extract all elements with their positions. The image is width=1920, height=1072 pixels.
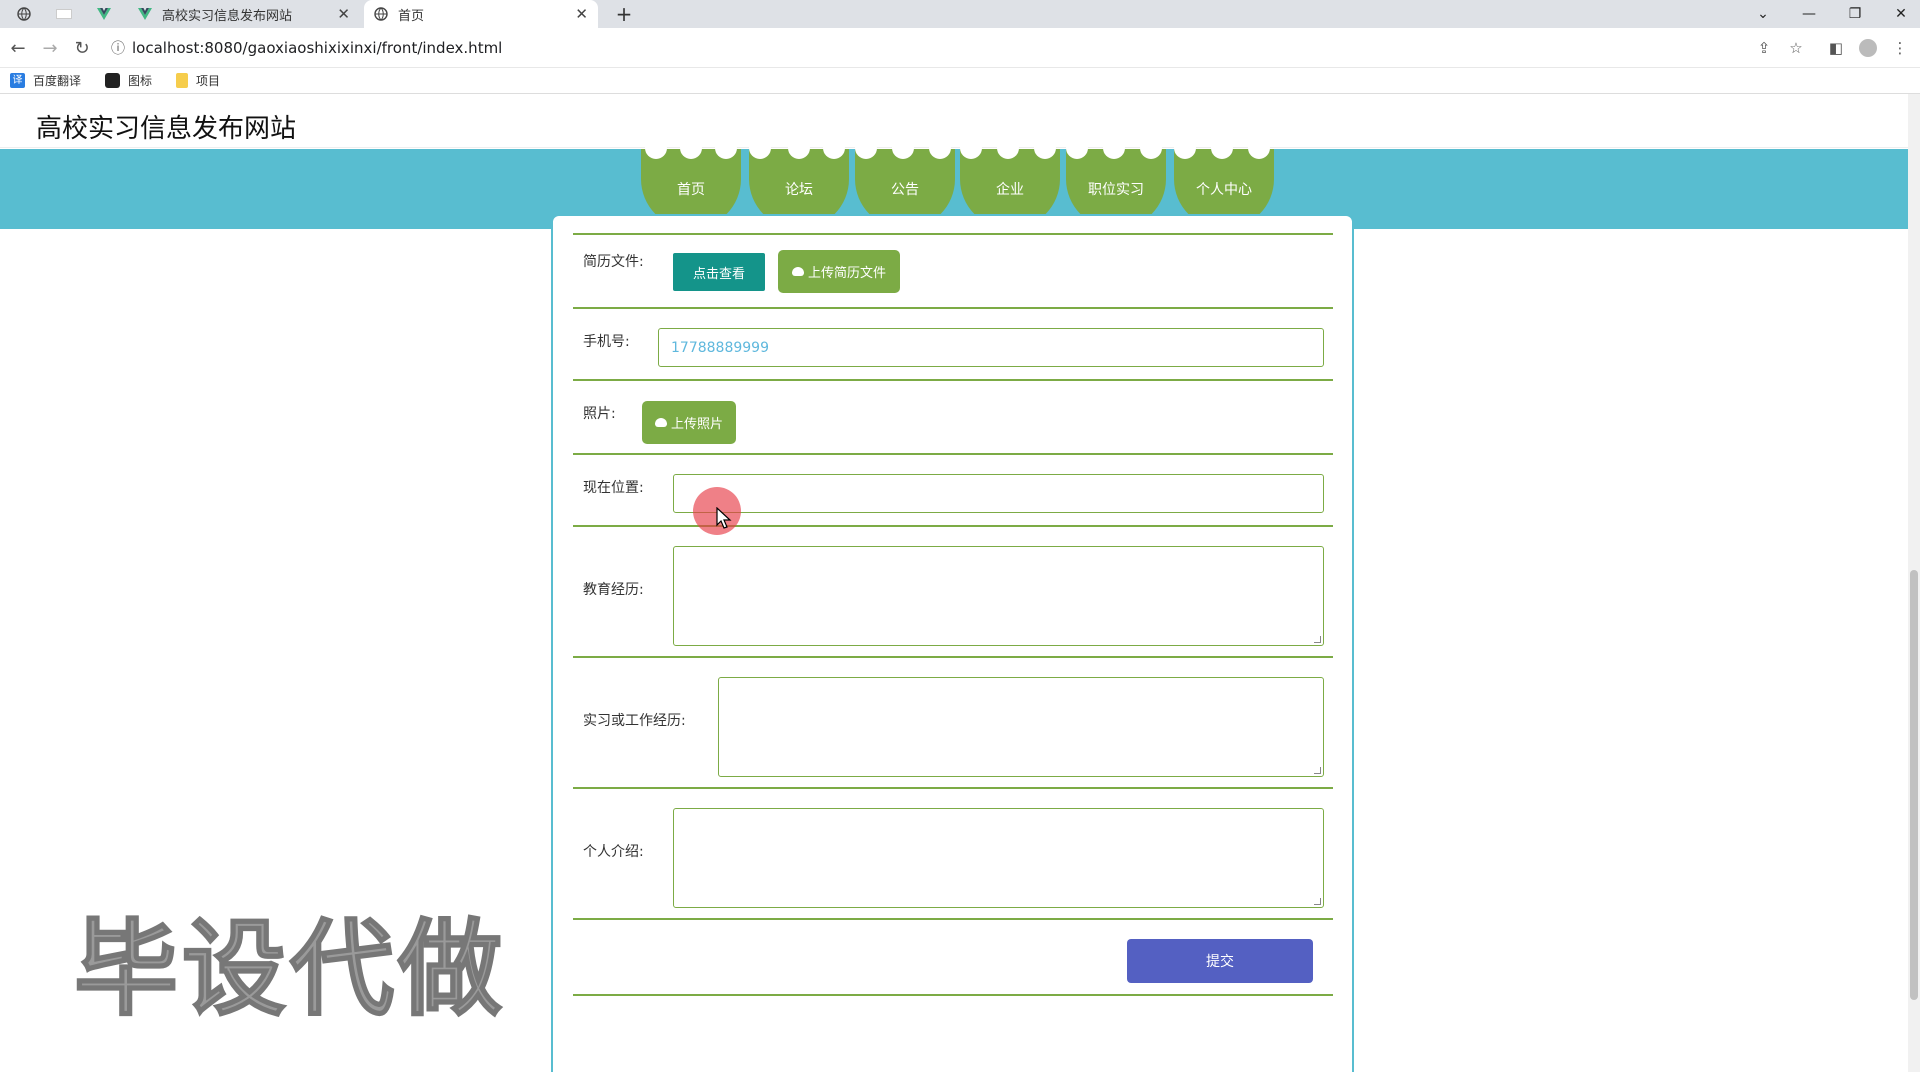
globe-icon	[374, 7, 388, 21]
education-textarea[interactable]	[673, 546, 1324, 646]
tab-site[interactable]: 高校实习信息发布网站 ✕	[128, 0, 360, 28]
submit-button[interactable]: 提交	[1127, 939, 1313, 983]
globe-icon[interactable]	[4, 0, 44, 28]
minimize-icon[interactable]: —	[1786, 0, 1832, 28]
restore-icon[interactable]: ❐	[1832, 0, 1878, 28]
form-row-resume: 简历文件: 点击查看 上传简历文件	[573, 235, 1333, 309]
share-icon[interactable]: ⇪	[1752, 36, 1776, 60]
forward-icon[interactable]: →	[38, 36, 62, 60]
profile-icon[interactable]	[1856, 36, 1880, 60]
tab-title: 高校实习信息发布网站	[162, 8, 293, 24]
vue-icon	[138, 7, 152, 21]
translate-icon: 译	[10, 73, 25, 88]
form-row-intro: 个人介绍:	[573, 789, 1333, 920]
bookmark-label: 图标	[128, 74, 153, 88]
site-header: 高校实习信息发布网站	[0, 94, 1920, 148]
upload-photo-label: 上传照片	[670, 417, 723, 432]
location-input[interactable]	[673, 474, 1324, 513]
form-row-work: 实习或工作经历:	[573, 658, 1333, 789]
url-field[interactable]: ⓘ localhost:8080/gaoxiaoshixixinxi/front…	[104, 32, 1804, 64]
back-icon[interactable]: ←	[6, 36, 30, 60]
page-scrollbar[interactable]	[1908, 94, 1920, 1072]
bookmark-item[interactable]: 图标	[105, 72, 152, 89]
form-row-location: 现在位置:	[573, 455, 1333, 527]
upload-resume-button[interactable]: 上传简历文件	[778, 250, 900, 293]
bookmarks-bar: 译 百度翻译 图标 项目	[0, 68, 1920, 94]
bookmark-label: 百度翻译	[33, 74, 82, 88]
form-row-photo: 照片: 上传照片	[573, 381, 1333, 455]
nav-label: 论坛	[785, 182, 813, 198]
intro-textarea[interactable]	[673, 808, 1324, 908]
nav-label: 个人中心	[1196, 182, 1252, 198]
info-icon[interactable]: ⓘ	[104, 38, 132, 58]
bookmark-item[interactable]: 译 百度翻译	[10, 72, 81, 89]
tab-home[interactable]: 首页 ✕	[364, 0, 598, 28]
form-row-phone: 手机号: 17788889999	[573, 309, 1333, 381]
upload-photo-button[interactable]: 上传照片	[642, 401, 736, 444]
nav-label: 企业	[996, 182, 1024, 198]
address-bar: ← → ↻ ⓘ localhost:8080/gaoxiaoshixixinxi…	[0, 28, 1920, 68]
reload-icon[interactable]: ↻	[70, 36, 94, 60]
form-row-education: 教育经历:	[573, 527, 1333, 658]
bookmark-item[interactable]: 项目	[176, 72, 220, 89]
image-icon	[105, 73, 121, 88]
close-window-icon[interactable]: ✕	[1878, 0, 1920, 28]
cursor-arrow-icon	[716, 507, 732, 529]
intro-label: 个人介绍:	[583, 844, 644, 860]
tab-title: 首页	[398, 8, 425, 24]
work-textarea[interactable]	[718, 677, 1324, 777]
close-icon[interactable]: ✕	[337, 5, 350, 23]
browser-tab-bar: 高校实习信息发布网站 ✕ 首页 ✕ + ⌄ — ❐ ✕	[0, 0, 1920, 28]
watermark: 毕设代做	[73, 907, 507, 1031]
profile-form-card: 简历文件: 点击查看 上传简历文件 手机号: 17788889999 照片: 上…	[551, 214, 1354, 1072]
vue-icon[interactable]	[84, 0, 124, 28]
location-label: 现在位置:	[583, 480, 644, 496]
close-icon[interactable]: ✕	[575, 5, 588, 23]
menu-icon[interactable]: ⋮	[1888, 36, 1912, 60]
cloud-upload-icon	[791, 267, 804, 276]
phone-label: 手机号:	[583, 334, 630, 350]
star-icon[interactable]: ☆	[1784, 36, 1808, 60]
folder-icon	[176, 73, 189, 88]
cloud-upload-icon	[654, 418, 667, 427]
view-resume-button[interactable]: 点击查看	[673, 253, 765, 291]
phone-input[interactable]: 17788889999	[658, 328, 1324, 367]
form-row-submit: 提交	[573, 920, 1333, 996]
site-title: 高校实习信息发布网站	[36, 114, 297, 144]
page-viewport: 高校实习信息发布网站 首页 论坛 公告 企业 职位实习 个人中心 简历文件: 点…	[0, 94, 1920, 1072]
work-label: 实习或工作经历:	[583, 713, 686, 729]
tab-placeholder-icon[interactable]	[44, 0, 84, 28]
bookmark-label: 项目	[196, 74, 221, 88]
nav-label: 首页	[677, 182, 705, 198]
url-text: localhost:8080/gaoxiaoshixixinxi/front/i…	[132, 39, 503, 57]
nav-label: 职位实习	[1088, 182, 1144, 198]
photo-label: 照片:	[583, 406, 616, 422]
nav-label: 公告	[891, 182, 919, 198]
education-label: 教育经历:	[583, 582, 644, 598]
resume-label: 简历文件:	[583, 254, 644, 270]
chevron-down-icon[interactable]: ⌄	[1740, 0, 1786, 28]
side-panel-icon[interactable]: ◧	[1824, 36, 1848, 60]
new-tab-button[interactable]: +	[604, 0, 644, 28]
upload-resume-label: 上传简历文件	[807, 266, 886, 281]
form-row-top	[573, 216, 1333, 235]
scrollbar-thumb[interactable]	[1910, 570, 1918, 1000]
